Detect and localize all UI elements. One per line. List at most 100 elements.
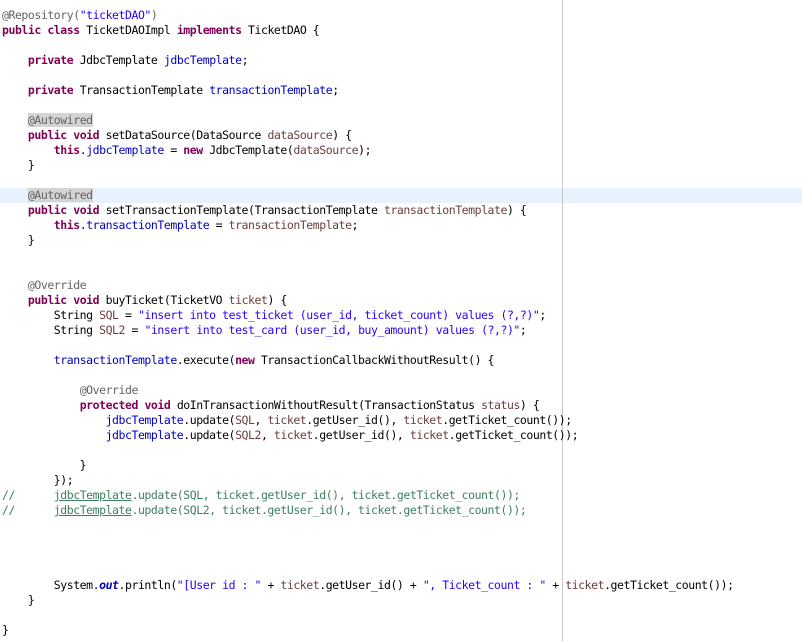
code-token: ticket: [228, 293, 268, 307]
code-line[interactable]: String SQL = "insert into test_ticket (u…: [2, 308, 547, 323]
code-line[interactable]: }: [2, 158, 35, 173]
code-token: transactionTemplate: [383, 203, 507, 217]
code-token: +: [545, 578, 566, 592]
code-token: setTransactionTemplate(TransactionTempla…: [99, 203, 384, 217]
code-token: new: [183, 143, 203, 157]
code-line[interactable]: this.transactionTemplate = transactionTe…: [2, 218, 359, 233]
code-line[interactable]: @Autowired: [2, 188, 93, 203]
code-line[interactable]: });: [2, 473, 74, 488]
print-margin-line: [562, 0, 563, 641]
code-line[interactable]: // jdbcTemplate.update(SQL, ticket.getUs…: [2, 488, 520, 503]
code-token: .execute(: [176, 353, 236, 367]
code-token: ) {: [267, 293, 287, 307]
code-token: ;: [539, 308, 546, 322]
code-line[interactable]: public void setDataSource(DataSource dat…: [2, 128, 352, 143]
code-line[interactable]: jdbcTemplate.update(SQL2, ticket.getUser…: [2, 428, 579, 443]
code-line[interactable]: @Override: [2, 383, 139, 398]
code-token: .update(SQL2, ticket.getUser_id(), ticke…: [131, 503, 527, 517]
code-token: ticket: [565, 578, 605, 592]
code-token: this: [53, 143, 80, 157]
code-editor[interactable]: @Repository("ticketDAO") public class Tic…: [0, 0, 802, 641]
code-token: );: [358, 143, 372, 157]
code-token: "insert into test_card (user_id, buy_amo…: [144, 323, 520, 337]
code-token: ;: [332, 83, 339, 97]
code-token: buyTicket(TicketVO: [99, 293, 229, 307]
code-token: dataSource: [293, 143, 359, 157]
code-token: @Autowired: [27, 188, 93, 202]
code-token: public: [27, 203, 67, 217]
code-line[interactable]: String SQL2 = "insert into test_card (us…: [2, 323, 527, 338]
code-token: }: [2, 158, 35, 172]
code-token: ;: [351, 218, 359, 232]
code-token: jdbcTemplate: [105, 428, 184, 442]
code-line[interactable]: public void setTransactionTemplate(Trans…: [2, 203, 527, 218]
code-token: @Repository(: [2, 8, 80, 22]
code-token: jdbcTemplate: [163, 53, 242, 67]
code-token: protected: [79, 398, 139, 412]
code-line[interactable]: protected void doInTransactionWithoutRes…: [2, 398, 540, 413]
code-line[interactable]: transactionTemplate.execute(new Transact…: [2, 353, 495, 368]
code-token: this: [53, 218, 80, 232]
code-token: .getTicket_count());: [604, 578, 734, 592]
code-token: .update(: [183, 413, 236, 427]
code-token: "ticketDAO": [79, 8, 152, 22]
code-token: jdbcTemplate: [53, 503, 132, 517]
code-token: //: [2, 503, 54, 517]
code-line[interactable]: jdbcTemplate.update(SQL, ticket.getUser_…: [2, 413, 573, 428]
code-token: JdbcTemplate: [73, 53, 164, 67]
code-token: dataSource: [267, 128, 333, 142]
code-token: =: [163, 143, 184, 157]
code-line[interactable]: private JdbcTemplate jdbcTemplate;: [2, 53, 249, 68]
current-line-highlight: [0, 188, 802, 203]
code-line[interactable]: @Override: [2, 278, 87, 293]
code-token: SQL: [235, 413, 255, 427]
code-line[interactable]: }: [2, 458, 87, 473]
code-token: .getUser_id() +: [319, 578, 423, 592]
code-token: String: [2, 323, 100, 337]
code-token: implements: [176, 23, 242, 37]
code-token: ticket: [280, 578, 320, 592]
code-token: transactionTemplate: [53, 353, 177, 367]
code-line[interactable]: public class TicketDAOImpl implements Ti…: [2, 23, 320, 38]
code-line[interactable]: }: [2, 593, 35, 608]
code-line[interactable]: public void buyTicket(TicketVO ticket) {: [2, 293, 287, 308]
code-token: void: [144, 398, 171, 412]
code-token: @Override: [79, 383, 139, 397]
code-token: TicketDAOImpl: [79, 23, 177, 37]
code-token: ) {: [506, 203, 527, 217]
code-line[interactable]: this.jdbcTemplate = new JdbcTemplate(dat…: [2, 143, 372, 158]
code-line[interactable]: System.out.println("[User id : " + ticke…: [2, 578, 734, 593]
code-token: });: [2, 473, 74, 487]
code-line[interactable]: // jdbcTemplate.update(SQL2, ticket.getU…: [2, 503, 527, 518]
code-line[interactable]: @Autowired: [2, 113, 93, 128]
code-token: ticket: [267, 413, 307, 427]
code-token: JdbcTemplate(: [202, 143, 294, 157]
code-token: public: [2, 23, 41, 37]
code-token: //: [2, 488, 54, 502]
code-token: .getUser_id(),: [312, 428, 410, 442]
code-token: TransactionCallbackWithoutResult() {: [254, 353, 495, 367]
code-line[interactable]: }: [2, 623, 9, 638]
code-token: ticket: [403, 413, 443, 427]
code-line[interactable]: }: [2, 233, 35, 248]
code-token: doInTransactionWithoutResult(Transaction…: [170, 398, 482, 412]
code-token: jdbcTemplate: [86, 143, 164, 157]
code-line[interactable]: private TransactionTemplate transactionT…: [2, 83, 339, 98]
code-token: ,: [260, 428, 274, 442]
code-token: }: [2, 623, 9, 637]
code-token: String: [2, 308, 100, 322]
code-token: @Autowired: [27, 113, 93, 127]
code-token: void: [73, 293, 100, 307]
code-line[interactable]: @Repository("ticketDAO"): [2, 8, 158, 23]
code-token: .getUser_id(),: [306, 413, 404, 427]
code-token: private: [27, 53, 74, 67]
